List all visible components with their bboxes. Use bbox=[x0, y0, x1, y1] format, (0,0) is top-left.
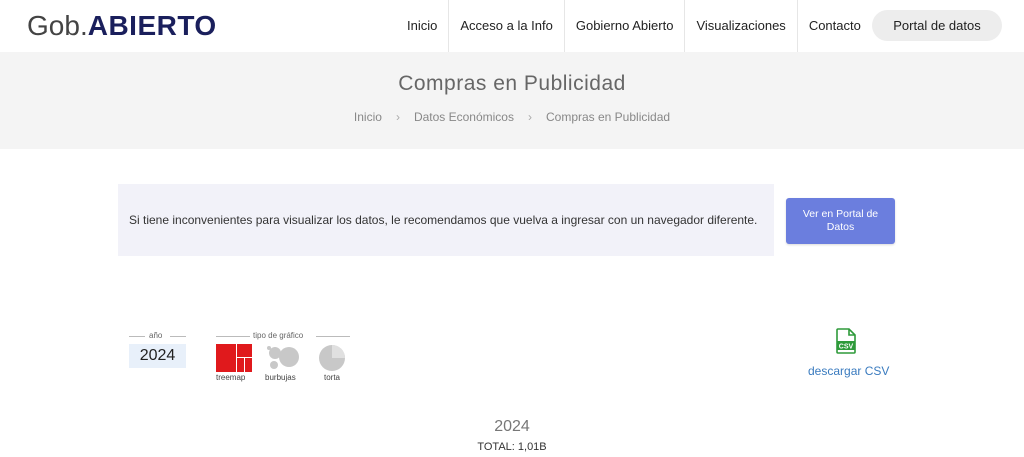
site-header: Gob.ABIERTO Inicio Acceso a la Info Gobi… bbox=[0, 0, 1024, 52]
chart-year-title: 2024 bbox=[494, 418, 530, 435]
title-band: Compras en Publicidad Inicio › Datos Econó… bbox=[0, 52, 1024, 149]
main-nav: Inicio Acceso a la Info Gobierno Abierto… bbox=[396, 0, 872, 52]
torta-label[interactable]: torta bbox=[324, 373, 340, 382]
portal-de-datos-button[interactable]: Portal de datos bbox=[872, 10, 1002, 41]
breadcrumb-separator: › bbox=[527, 110, 532, 124]
ver-en-portal-button[interactable]: Ver en Portal de Datos bbox=[786, 198, 895, 244]
breadcrumb-separator: › bbox=[395, 110, 400, 124]
chart-total: TOTAL: 1,01B bbox=[477, 441, 547, 453]
breadcrumb-current: Compras en Publicidad bbox=[545, 110, 671, 124]
divider bbox=[129, 336, 145, 337]
notice-text: Si tiene inconvenientes para visualizar … bbox=[129, 213, 758, 227]
nav-acceso-info[interactable]: Acceso a la Info bbox=[449, 0, 565, 52]
csv-file-icon[interactable]: CSV bbox=[836, 328, 856, 359]
page-title: Compras en Publicidad bbox=[398, 72, 626, 95]
logo-dot: . bbox=[79, 10, 88, 41]
treemap-icon bbox=[216, 344, 252, 372]
year-selector[interactable]: 2024 bbox=[129, 344, 186, 368]
divider bbox=[216, 336, 250, 337]
nav-inicio[interactable]: Inicio bbox=[396, 0, 450, 52]
divider bbox=[316, 336, 350, 337]
burbujas-label[interactable]: burbujas bbox=[265, 373, 296, 382]
logo-abierto: ABIERTO bbox=[87, 10, 217, 41]
breadcrumb-inicio[interactable]: Inicio bbox=[354, 110, 382, 124]
descargar-csv-link[interactable]: descargar CSV bbox=[808, 364, 889, 378]
treemap-label[interactable]: treemap bbox=[216, 373, 245, 382]
divider bbox=[170, 336, 186, 337]
nav-contacto[interactable]: Contacto bbox=[798, 0, 872, 52]
pie-icon bbox=[319, 345, 345, 371]
bubbles-icon bbox=[267, 346, 299, 369]
breadcrumb-datos-economicos[interactable]: Datos Económicos bbox=[414, 110, 514, 124]
nav-visualizaciones[interactable]: Visualizaciones bbox=[685, 0, 798, 52]
chart-type-label: tipo de gráfico bbox=[253, 331, 304, 340]
csv-icon-text: CSV bbox=[839, 344, 854, 351]
browser-notice: Si tiene inconvenientes para visualizar … bbox=[118, 184, 774, 256]
ver-button-line1: Ver en Portal de bbox=[802, 208, 879, 220]
logo-gob: Gob bbox=[27, 10, 80, 41]
ver-button-line2: Datos bbox=[826, 221, 855, 233]
site-logo[interactable]: Gob.ABIERTO bbox=[27, 9, 217, 43]
year-label: año bbox=[149, 331, 163, 340]
nav-gobierno-abierto[interactable]: Gobierno Abierto bbox=[565, 0, 686, 52]
breadcrumb: Inicio › Datos Económicos › Compras en Publi… bbox=[0, 110, 1024, 124]
